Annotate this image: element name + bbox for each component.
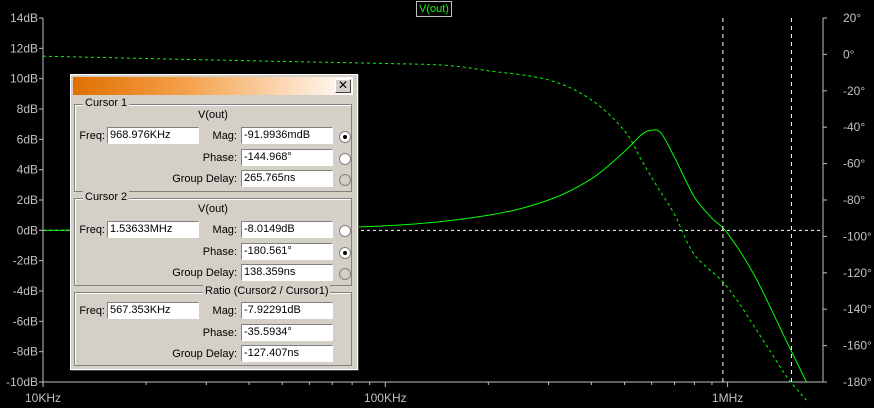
left-tick-label: 2dB <box>17 193 38 207</box>
cursor1-phase-field[interactable]: -144.968° <box>241 149 333 166</box>
left-tick-label: -8dB <box>13 345 38 359</box>
right-tick-label: -160° <box>843 339 872 353</box>
cursor2-trace: V(out) <box>198 203 228 215</box>
cursor1-trace: V(out) <box>198 109 228 121</box>
cursor2-gd-field[interactable]: 138.359ns <box>241 264 333 281</box>
left-tick-label: -2dB <box>13 254 38 268</box>
left-tick-label: 8dB <box>17 102 38 116</box>
left-tick-label: -10dB <box>6 375 38 389</box>
left-tick-label: 4dB <box>17 163 38 177</box>
x-tick-label: 100KHz <box>364 391 407 405</box>
right-tick-label: -60° <box>843 157 865 171</box>
x-tick-label: 1MHz <box>712 391 743 405</box>
left-tick-label: 0dB <box>17 223 38 237</box>
ratio-mag-field[interactable]: -7.92291dB <box>241 302 333 319</box>
cursor2-mag-field[interactable]: -8.0149dB <box>241 221 333 238</box>
ratio-group: Ratio (Cursor2 / Cursor1) Freq: 567.353K… <box>74 285 352 366</box>
left-axis-ticks: 14dB 12dB 10dB 8dB 6dB 4dB 2dB 0dB -2dB -4dB -6dB -… <box>6 11 43 389</box>
dialog-titlebar[interactable]: ✕ <box>73 77 353 95</box>
cursor-dialog: ✕ Cursor 1 V(out) Freq: 968.976KHz Mag: … <box>70 74 358 370</box>
cursor2-group: Cursor 2 V(out) Freq: 1.53633MHz Mag: -8… <box>74 191 352 286</box>
trace-label[interactable]: V(out) <box>416 1 452 17</box>
ratio-freq-label: Freq: <box>79 305 105 317</box>
cursor1-mag-field[interactable]: -91.9936mdB <box>241 127 333 144</box>
cursor1-title: Cursor 1 <box>83 97 130 109</box>
x-axis-ticks: 10KHz 100KHz 1MHz <box>25 382 743 405</box>
cursor1-mag-label: Mag: <box>212 130 237 142</box>
cursor1-gd-radio[interactable] <box>339 174 351 186</box>
cursor1-gd-label: Group Delay: <box>172 173 237 185</box>
close-icon[interactable]: ✕ <box>335 79 351 93</box>
cursor1-phase-radio[interactable] <box>339 153 351 165</box>
right-tick-label: -80° <box>843 193 865 207</box>
cursor2-title: Cursor 2 <box>83 191 130 203</box>
cursor2-gd-label: Group Delay: <box>172 267 237 279</box>
cursor2-phase-field[interactable]: -180.561° <box>241 243 333 260</box>
right-tick-label: -120° <box>843 266 872 280</box>
cursor2-mag-radio[interactable] <box>339 225 351 237</box>
right-tick-label: -140° <box>843 302 872 316</box>
cursor2-phase-radio[interactable] <box>339 247 351 259</box>
right-tick-label: -20° <box>843 84 865 98</box>
cursor1-mag-radio[interactable] <box>339 131 351 143</box>
left-tick-label: 14dB <box>10 11 38 25</box>
left-tick-label: 10dB <box>10 72 38 86</box>
x-tick-label: 10KHz <box>25 391 61 405</box>
cursor1-group: Cursor 1 V(out) Freq: 968.976KHz Mag: -9… <box>74 97 352 192</box>
right-tick-label: -100° <box>843 229 872 243</box>
cursor1-gd-field[interactable]: 265.765ns <box>241 170 333 187</box>
ratio-mag-label: Mag: <box>212 305 237 317</box>
ratio-title: Ratio (Cursor2 / Cursor1) <box>203 285 331 297</box>
ratio-phase-field[interactable]: -35.5934° <box>241 324 333 341</box>
cursor1-freq-label: Freq: <box>79 130 105 142</box>
cursor2-mag-label: Mag: <box>212 224 237 236</box>
left-tick-label: 6dB <box>17 132 38 146</box>
ratio-gd-field[interactable]: -127.407ns <box>241 345 333 362</box>
right-axis-ticks: 20° 0° -20° -40° -60° -80° -100° -120° -140° -160… <box>823 11 872 389</box>
ratio-gd-label: Group Delay: <box>172 348 237 360</box>
right-tick-label: -40° <box>843 120 865 134</box>
right-tick-label: -180° <box>843 375 872 389</box>
right-tick-label: 0° <box>843 47 855 61</box>
cursor1-phase-label: Phase: <box>202 152 237 164</box>
right-tick-label: 20° <box>843 11 861 25</box>
cursor2-freq-label: Freq: <box>79 224 105 236</box>
left-tick-label: -6dB <box>13 314 38 328</box>
left-tick-label: -4dB <box>13 284 38 298</box>
cursor2-phase-label: Phase: <box>202 246 237 258</box>
cursor-lines[interactable] <box>722 18 792 382</box>
ratio-phase-label: Phase: <box>202 327 237 339</box>
left-tick-label: 12dB <box>10 41 38 55</box>
cursor2-gd-radio[interactable] <box>339 268 351 280</box>
